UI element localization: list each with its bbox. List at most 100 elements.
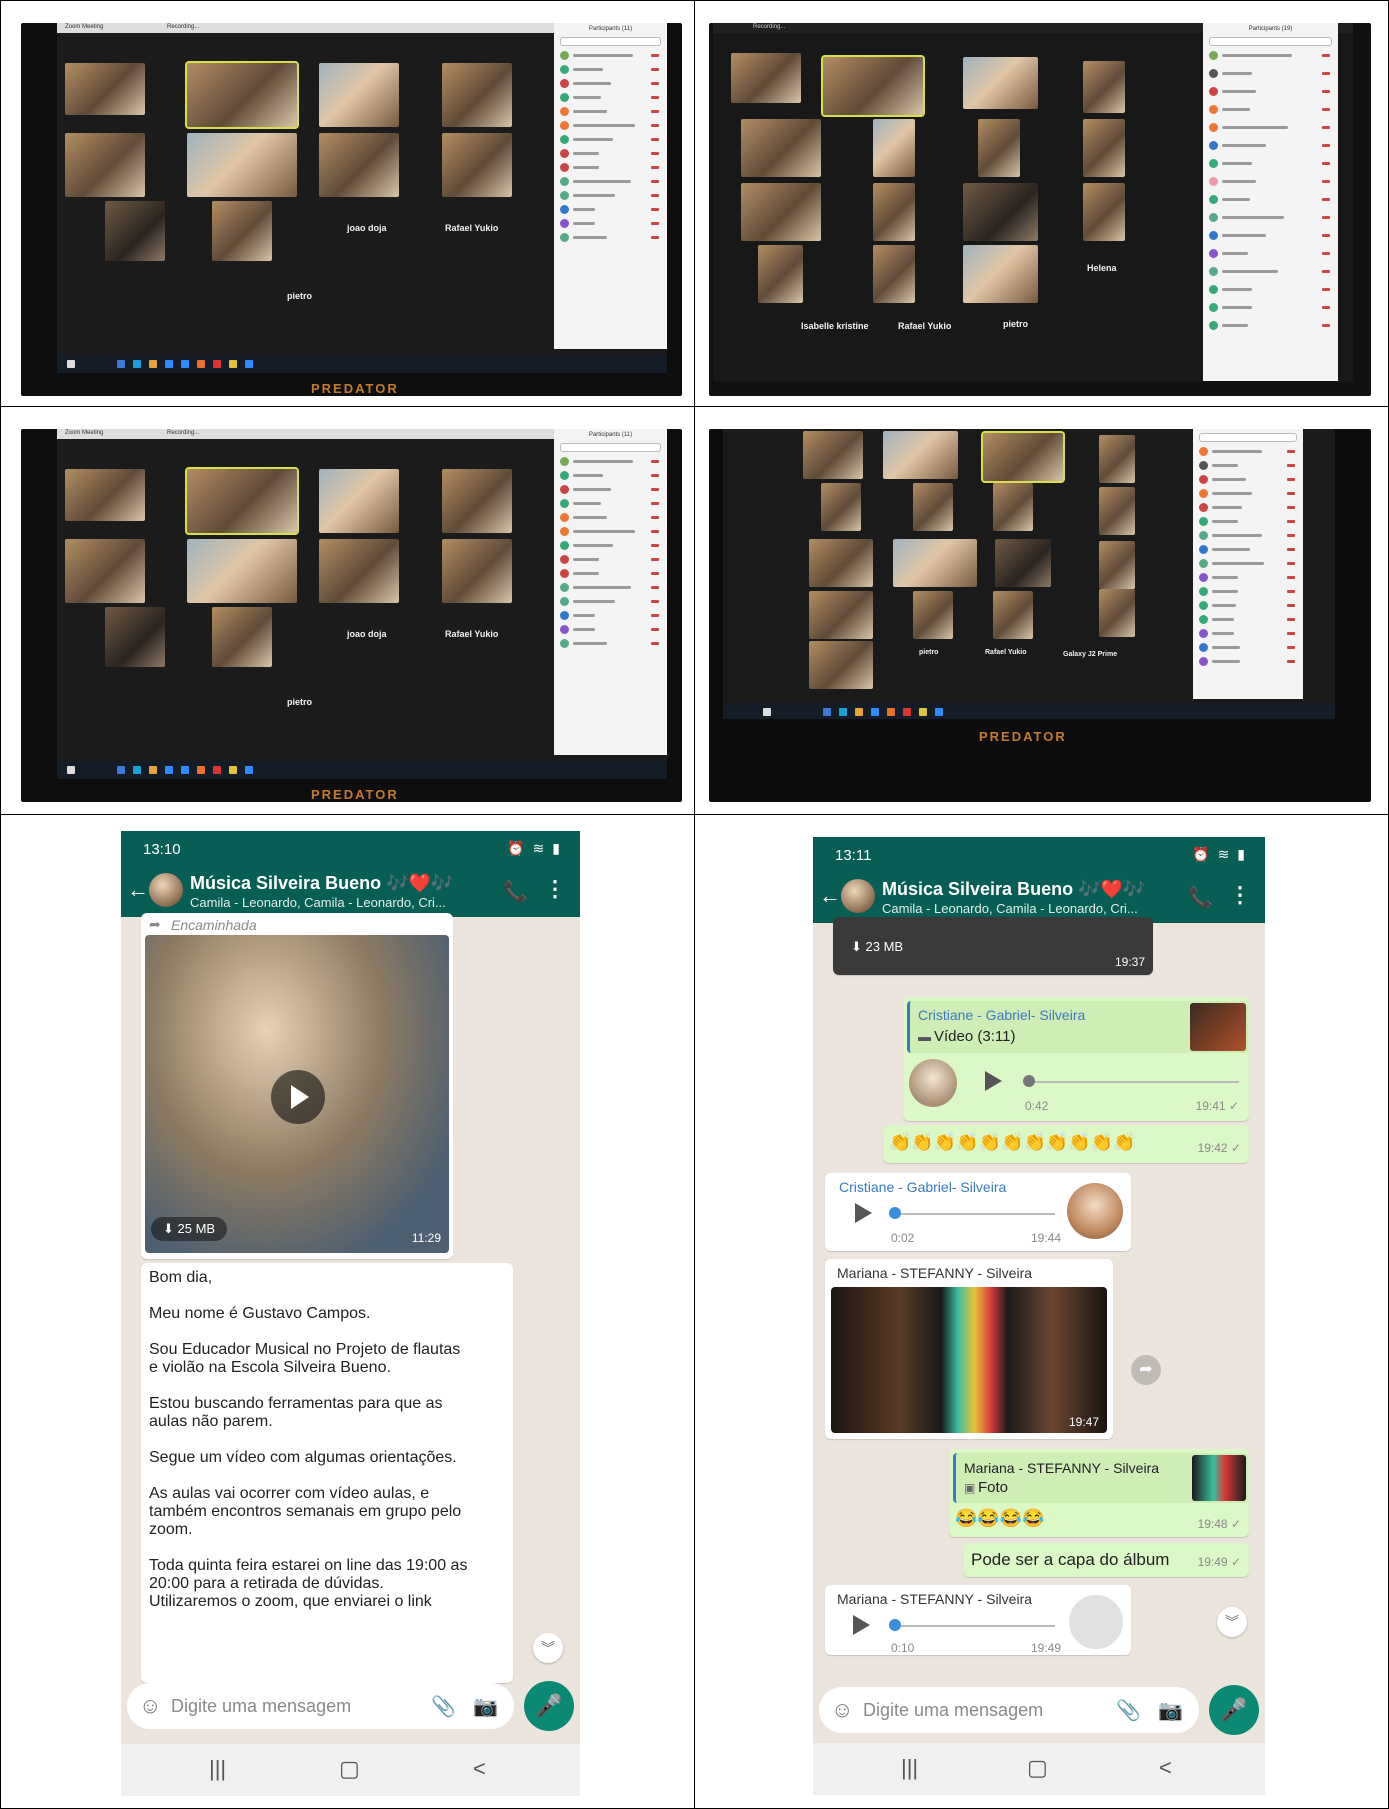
add-call-icon[interactable]: 📞 — [1188, 885, 1213, 910]
video-message[interactable]: ⬇ 23 MB 19:37 — [833, 917, 1153, 975]
participant-row[interactable] — [1199, 643, 1297, 653]
message-input[interactable]: Digite uma mensagem — [863, 1700, 1043, 1721]
scroll-down-button[interactable]: ︾ — [533, 1633, 563, 1663]
participant-row[interactable] — [1199, 447, 1297, 457]
more-options-icon[interactable]: ⋮ — [544, 876, 566, 902]
participant-row[interactable] — [1209, 213, 1332, 223]
add-call-icon[interactable]: 📞 — [503, 879, 528, 904]
audio-scrubber[interactable] — [889, 1207, 901, 1219]
emoji-icon[interactable]: ☺ — [831, 1697, 853, 1723]
message-composer[interactable]: ☺ Digite uma mensagem 📎 📷 — [127, 1683, 514, 1729]
participant-row[interactable] — [1209, 123, 1332, 133]
participant-row[interactable] — [560, 79, 661, 89]
audio-message[interactable]: Cristiane - Gabriel- Silveira 0:02 19:44 — [825, 1173, 1131, 1251]
participant-row[interactable] — [1199, 615, 1297, 625]
attach-icon[interactable]: 📎 — [431, 1694, 456, 1719]
mic-button[interactable]: 🎤 — [524, 1681, 574, 1731]
camera-icon[interactable]: 📷 — [1158, 1698, 1183, 1723]
participant-row[interactable] — [1199, 503, 1297, 513]
participant-search-input[interactable] — [560, 443, 661, 452]
participant-row[interactable] — [1199, 559, 1297, 569]
participant-row[interactable] — [560, 569, 661, 579]
participant-row[interactable] — [1209, 231, 1332, 241]
participant-row[interactable] — [560, 471, 661, 481]
quoted-audio-message[interactable]: Cristiane - Gabriel- Silveira ▬ Vídeo (3… — [903, 997, 1249, 1121]
audio-scrubber[interactable] — [1023, 1075, 1035, 1087]
participant-row[interactable] — [1209, 141, 1332, 151]
audio-scrubber[interactable] — [889, 1619, 901, 1631]
participant-row[interactable] — [1209, 267, 1332, 277]
participant-row[interactable] — [560, 513, 661, 523]
back-arrow-icon[interactable]: ← — [127, 877, 149, 903]
participant-row[interactable] — [560, 233, 661, 243]
participant-row[interactable] — [1199, 531, 1297, 541]
emoji-message[interactable]: 👏👏👏👏👏👏👏👏👏👏👏 19:42 ✓ — [883, 1125, 1249, 1163]
participant-row[interactable] — [1199, 629, 1297, 639]
participant-search-input[interactable] — [560, 37, 661, 46]
participant-row[interactable] — [1199, 587, 1297, 597]
participant-row[interactable] — [1209, 69, 1332, 79]
participant-row[interactable] — [560, 611, 661, 621]
participant-search-input[interactable] — [1209, 37, 1332, 46]
download-size-pill[interactable]: ⬇ 25 MB — [151, 1217, 228, 1241]
participant-row[interactable] — [560, 65, 661, 75]
group-avatar[interactable] — [841, 879, 875, 913]
participant-row[interactable] — [560, 597, 661, 607]
nav-back-icon[interactable]: < — [1159, 1755, 1172, 1781]
play-video-button[interactable] — [271, 1070, 325, 1124]
scroll-down-button[interactable]: ︾ — [1217, 1607, 1247, 1637]
download-size-pill[interactable]: ⬇ 23 MB — [839, 935, 915, 959]
participant-row[interactable] — [560, 555, 661, 565]
recents-icon[interactable]: ||| — [901, 1755, 918, 1781]
message-composer[interactable]: ☺ Digite uma mensagem 📎 📷 — [819, 1687, 1199, 1733]
group-name[interactable]: Música Silveira Bueno 🎶❤️🎶 — [190, 873, 453, 894]
participant-row[interactable] — [560, 527, 661, 537]
home-icon[interactable]: ▢ — [1027, 1755, 1048, 1781]
play-audio-button[interactable] — [855, 1203, 872, 1223]
image-message[interactable]: Mariana - STEFANNY - Silveira 19:47 — [825, 1259, 1113, 1439]
quoted-message[interactable]: Mariana - STEFANNY - Silveira ▣ Foto — [953, 1453, 1248, 1503]
participant-row[interactable] — [560, 485, 661, 495]
participant-row[interactable] — [560, 499, 661, 509]
participant-row[interactable] — [1199, 517, 1297, 527]
participant-row[interactable] — [1209, 177, 1332, 187]
participant-row[interactable] — [1199, 657, 1297, 667]
participant-row[interactable] — [560, 205, 661, 215]
participant-row[interactable] — [560, 457, 661, 467]
recents-icon[interactable]: ||| — [209, 1756, 226, 1782]
participant-row[interactable] — [1199, 475, 1297, 485]
participant-search-input[interactable] — [1199, 433, 1297, 442]
participant-row[interactable] — [560, 177, 661, 187]
emoji-icon[interactable]: ☺ — [139, 1693, 161, 1719]
participant-row[interactable] — [560, 541, 661, 551]
participant-row[interactable] — [560, 191, 661, 201]
camera-icon[interactable]: 📷 — [473, 1694, 498, 1719]
participant-row[interactable] — [560, 625, 661, 635]
participant-row[interactable] — [1199, 489, 1297, 499]
participant-row[interactable] — [1209, 321, 1332, 331]
participant-row[interactable] — [1199, 601, 1297, 611]
participant-row[interactable] — [560, 163, 661, 173]
participant-row[interactable] — [560, 51, 661, 61]
message-input[interactable]: Digite uma mensagem — [171, 1696, 351, 1717]
participant-row[interactable] — [1209, 87, 1332, 97]
forwarded-video-message[interactable]: ➦ Encaminhada ⬇ 25 MB 11:29 — [141, 913, 453, 1259]
participant-row[interactable] — [560, 135, 661, 145]
participant-row[interactable] — [1199, 573, 1297, 583]
participant-row[interactable] — [1209, 285, 1332, 295]
audio-track[interactable] — [895, 1625, 1055, 1627]
mic-button[interactable]: 🎤 — [1209, 1685, 1259, 1735]
participant-row[interactable] — [560, 219, 661, 229]
participant-row[interactable] — [1209, 195, 1332, 205]
nav-back-icon[interactable]: < — [473, 1756, 486, 1782]
home-icon[interactable]: ▢ — [339, 1756, 360, 1782]
audio-message[interactable]: Mariana - STEFANNY - Silveira 0:10 19:49 — [825, 1585, 1131, 1655]
participant-row[interactable] — [560, 93, 661, 103]
participant-row[interactable] — [1199, 545, 1297, 555]
participant-row[interactable] — [1209, 303, 1332, 313]
play-audio-button[interactable] — [853, 1615, 870, 1635]
participant-row[interactable] — [560, 107, 661, 117]
participant-row[interactable] — [1209, 159, 1332, 169]
audio-track[interactable] — [1029, 1081, 1239, 1083]
participant-row[interactable] — [560, 639, 661, 649]
